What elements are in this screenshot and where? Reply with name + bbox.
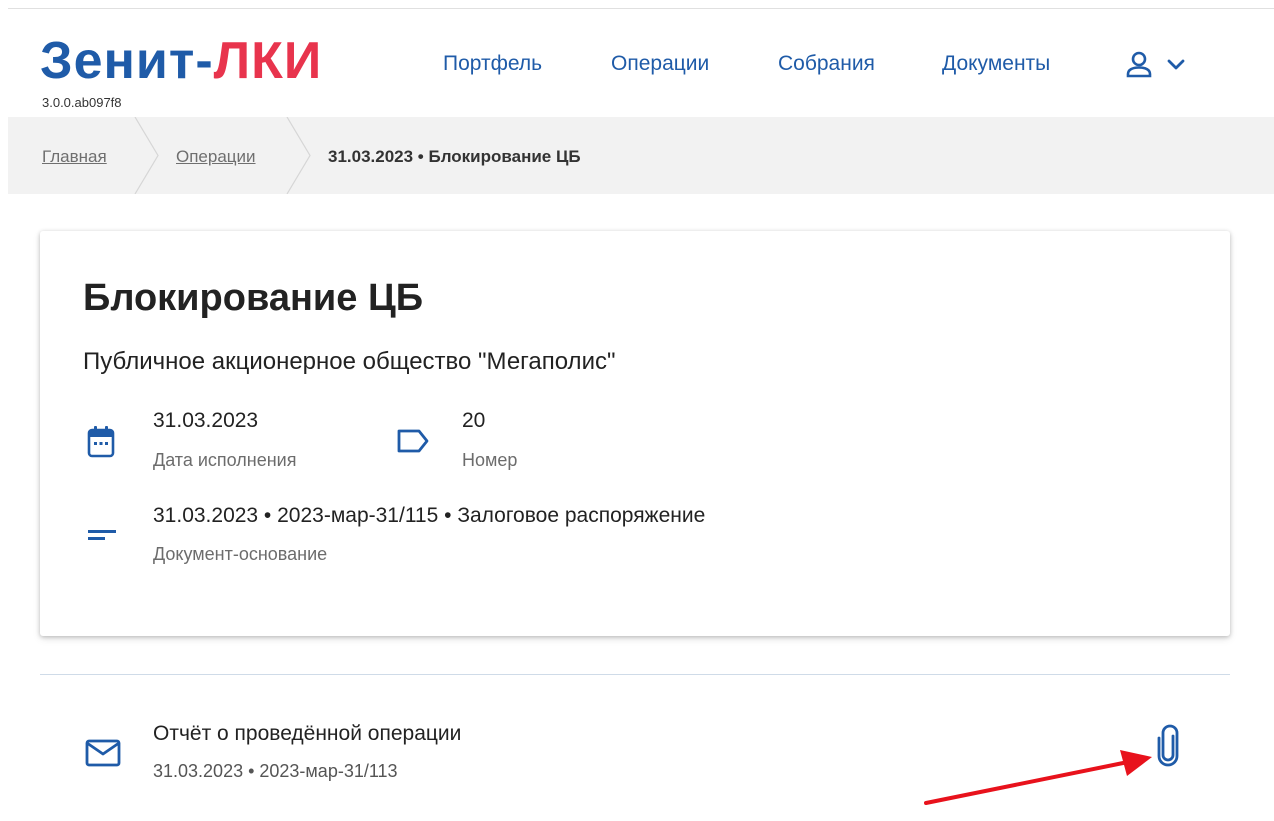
nav-operations[interactable]: Операции xyxy=(611,49,709,79)
paperclip-icon[interactable] xyxy=(1154,724,1182,773)
number-label: Номер xyxy=(462,450,518,470)
nav-meetings[interactable]: Собрания xyxy=(778,49,875,79)
report-meta: 31.03.2023 • 2023-мар-31/113 xyxy=(153,761,398,781)
breadcrumb: Главная Операции 31.03.2023 • Блокирован… xyxy=(8,117,1274,194)
chevron-down-icon xyxy=(1166,58,1186,72)
nav-portfolio[interactable]: Портфель xyxy=(443,49,542,79)
app-header: Зенит-ЛКИ 3.0.0.ab097f8 Портфель Операци… xyxy=(0,9,1274,117)
mail-icon xyxy=(84,738,122,773)
nav-documents[interactable]: Документы xyxy=(942,49,1050,79)
issuer-name: Публичное акционерное общество "Мегаполи… xyxy=(83,348,616,375)
notes-icon xyxy=(88,528,118,549)
app-version: 3.0.0.ab097f8 xyxy=(42,95,122,110)
execution-date-label: Дата исполнения xyxy=(153,450,297,470)
app-logo[interactable]: Зенит-ЛКИ xyxy=(40,31,322,91)
breadcrumb-operations[interactable]: Операции xyxy=(176,117,256,194)
tag-icon xyxy=(395,428,431,459)
basis-document-value: 31.03.2023 • 2023-мар-31/115 • Залоговое… xyxy=(153,504,706,527)
section-divider xyxy=(40,674,1230,675)
breadcrumb-separator xyxy=(286,117,311,194)
breadcrumb-current: 31.03.2023 • Блокирование ЦБ xyxy=(328,147,581,166)
basis-document-label: Документ-основание xyxy=(153,544,328,564)
number-value: 20 xyxy=(462,409,486,432)
operation-card: Блокирование ЦБ Публичное акционерное об… xyxy=(40,231,1230,636)
logo-part-2: ЛКИ xyxy=(213,32,323,90)
logo-part-1: Зенит- xyxy=(40,32,214,90)
operation-title: Блокирование ЦБ xyxy=(83,277,424,319)
execution-date-value: 31.03.2023 xyxy=(153,409,259,432)
breadcrumb-separator xyxy=(134,117,159,194)
user-icon xyxy=(1124,50,1154,80)
breadcrumb-home[interactable]: Главная xyxy=(42,117,107,194)
report-title[interactable]: Отчёт о проведённой операции xyxy=(153,722,461,746)
report-list-item[interactable]: Отчёт о проведённой операции 31.03.2023 … xyxy=(40,700,1230,800)
user-menu-button[interactable] xyxy=(1124,49,1198,81)
calendar-icon xyxy=(86,425,116,464)
